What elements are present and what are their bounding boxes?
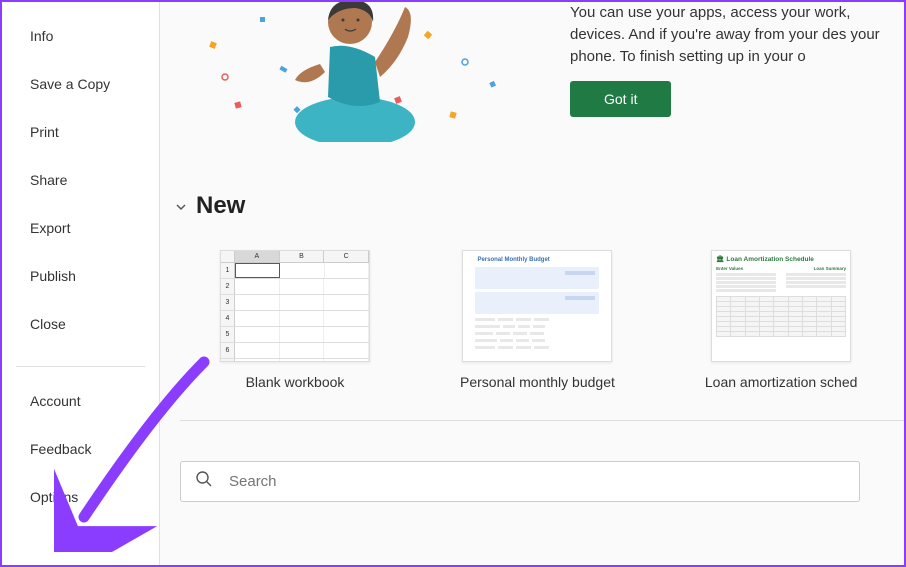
search-icon xyxy=(195,470,229,493)
search-input[interactable] xyxy=(229,473,845,490)
template-personal-monthly-budget[interactable]: Personal Monthly Budget Personal monthly… xyxy=(460,250,615,390)
templates-row: A B C 1 2 3 4 5 6 7 Blank workbook xyxy=(220,250,904,390)
sidebar-item-export[interactable]: Export xyxy=(2,204,159,252)
template-label: Blank workbook xyxy=(246,374,345,390)
hero-banner: You can use your apps, access your work,… xyxy=(180,2,904,152)
template-thumb: A B C 1 2 3 4 5 6 7 xyxy=(220,250,370,362)
template-thumb: Personal Monthly Budget xyxy=(462,250,612,362)
search-bar[interactable] xyxy=(180,461,860,502)
template-thumb: 🏛 Loan Amortization Schedule Enter Value… xyxy=(711,250,851,362)
template-label: Personal monthly budget xyxy=(460,374,615,390)
sidebar-item-feedback[interactable]: Feedback xyxy=(2,425,159,473)
sidebar-item-publish[interactable]: Publish xyxy=(2,252,159,300)
sidebar-divider xyxy=(16,366,145,367)
new-section-header[interactable]: New xyxy=(174,192,904,220)
sidebar-item-close[interactable]: Close xyxy=(2,300,159,348)
section-title: New xyxy=(196,192,245,220)
backstage-sidebar: Info Save a Copy Print Share Export Publ… xyxy=(2,2,160,565)
sidebar-item-share[interactable]: Share xyxy=(2,156,159,204)
main-content: You can use your apps, access your work,… xyxy=(160,2,904,565)
horizontal-divider xyxy=(180,420,904,421)
got-it-button[interactable]: Got it xyxy=(570,81,671,117)
sidebar-item-save-copy[interactable]: Save a Copy xyxy=(2,60,159,108)
template-label: Loan amortization sched xyxy=(705,374,858,390)
template-loan-amortization[interactable]: 🏛 Loan Amortization Schedule Enter Value… xyxy=(705,250,858,390)
sidebar-item-account[interactable]: Account xyxy=(2,377,159,425)
sidebar-item-options[interactable]: Options xyxy=(2,473,159,521)
hero-text: You can use your apps, access your work,… xyxy=(570,2,904,67)
chevron-down-icon xyxy=(174,200,188,217)
hero-illustration xyxy=(180,2,540,142)
sidebar-item-print[interactable]: Print xyxy=(2,108,159,156)
sidebar-item-info[interactable]: Info xyxy=(2,12,159,60)
template-blank-workbook[interactable]: A B C 1 2 3 4 5 6 7 Blank workbook xyxy=(220,250,370,390)
